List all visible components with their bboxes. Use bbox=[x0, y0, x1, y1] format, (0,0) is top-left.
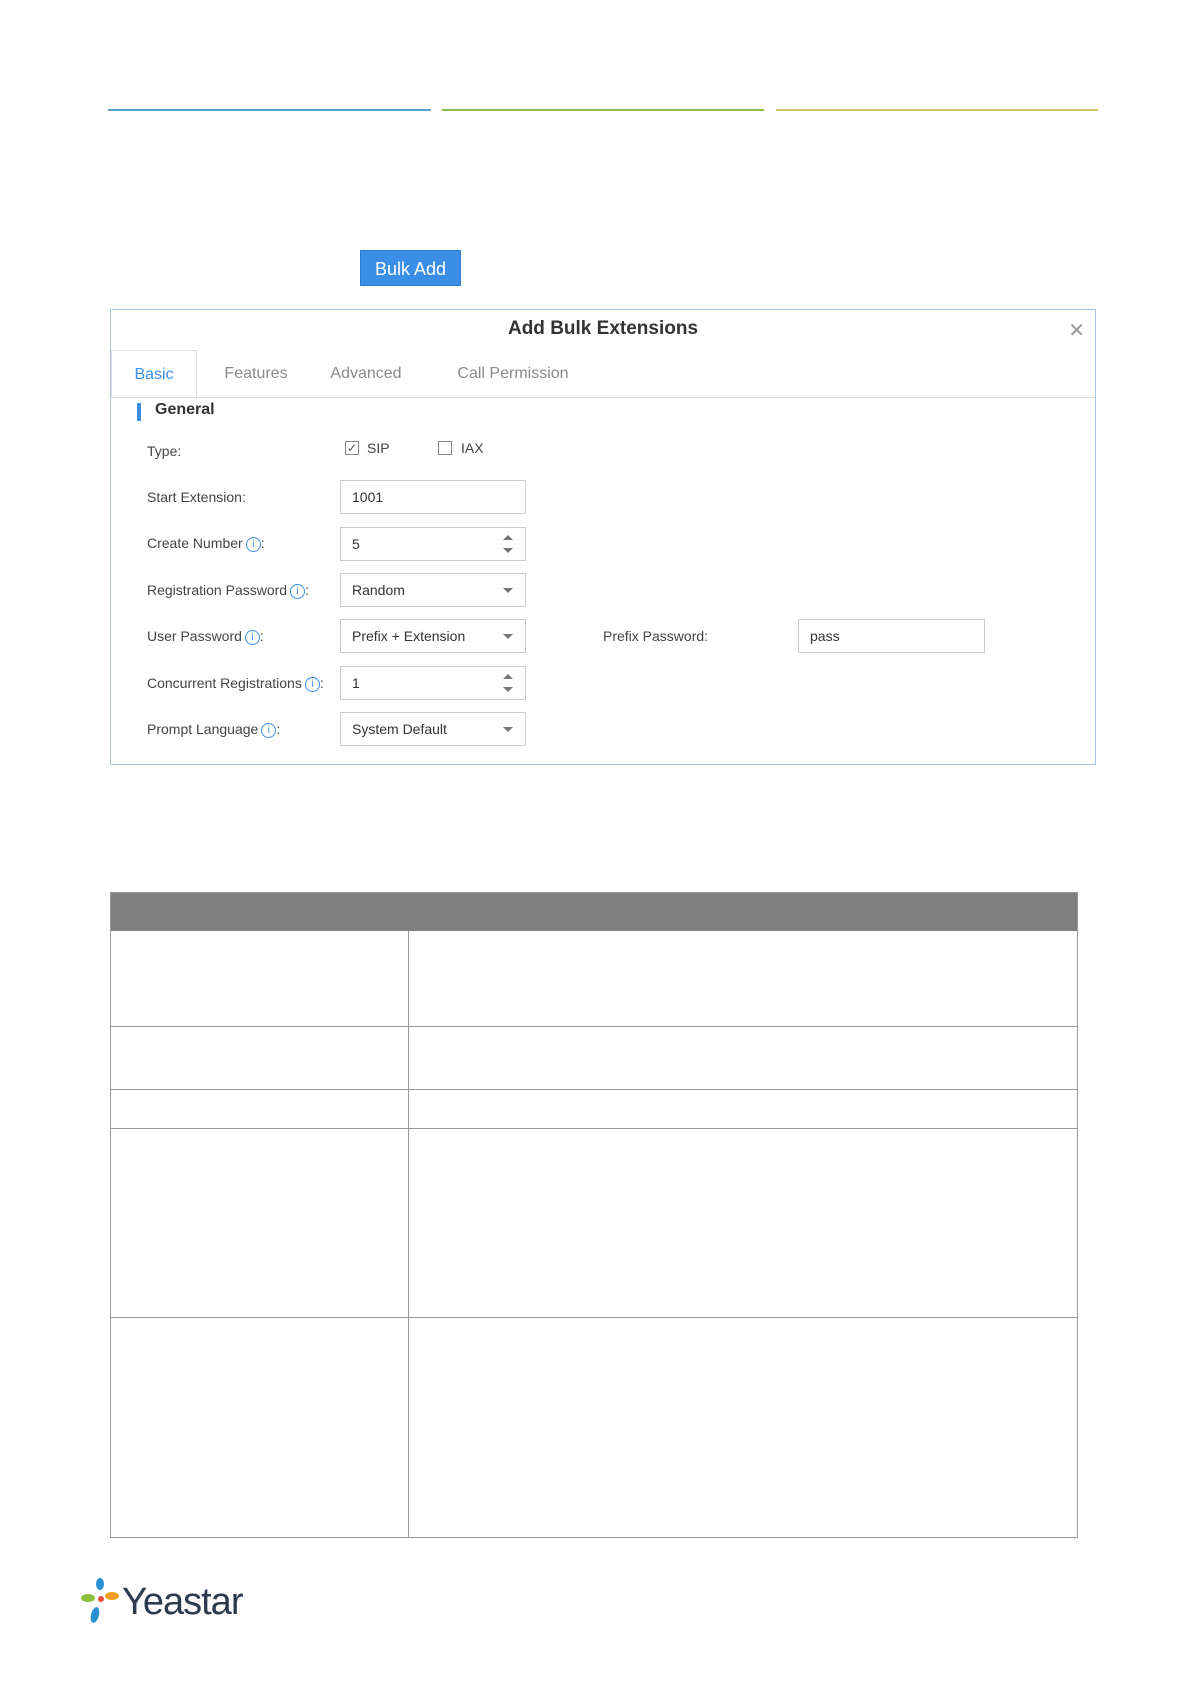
prefix-password-label: Prefix Password: bbox=[603, 628, 709, 644]
yeastar-logo: Yeastar bbox=[80, 1577, 250, 1629]
logo-text: Yeastar bbox=[122, 1581, 244, 1623]
user-password-text: User Password bbox=[147, 628, 242, 644]
registration-password-text: Registration Password bbox=[147, 582, 288, 598]
concurrent-registrations-label: Concurrent Registrations i: bbox=[147, 675, 324, 692]
label-colon: : bbox=[319, 675, 324, 691]
chevron-down-icon bbox=[503, 727, 513, 732]
dialog-title: Add Bulk Extensions bbox=[507, 318, 699, 339]
label-colon: : bbox=[305, 582, 309, 598]
prompt-language-text: Prompt Language bbox=[147, 721, 259, 737]
settings-table bbox=[110, 892, 1078, 1538]
spin-down-icon[interactable] bbox=[503, 548, 513, 553]
table-row-divider bbox=[111, 1026, 1077, 1027]
dialog-tabs: Basic Features Advanced Call Permission bbox=[111, 350, 1095, 398]
table-row-divider bbox=[111, 1317, 1077, 1318]
prompt-language-label: Prompt Language i: bbox=[147, 721, 280, 738]
info-icon[interactable]: i bbox=[304, 677, 320, 692]
start-extension-label: Start Extension: bbox=[147, 489, 246, 505]
iax-label: IAX bbox=[461, 440, 484, 456]
type-label: Type: bbox=[147, 443, 182, 459]
header-line-yellow bbox=[776, 109, 1098, 111]
table-row-divider bbox=[111, 1128, 1077, 1129]
create-number-label: Create Number i: bbox=[147, 535, 265, 552]
chevron-down-icon bbox=[503, 634, 513, 639]
table-column-divider bbox=[408, 931, 409, 1537]
registration-password-value: Random bbox=[352, 582, 405, 598]
close-icon[interactable]: ✕ bbox=[1068, 318, 1085, 342]
table-row-divider bbox=[111, 1089, 1077, 1090]
label-colon: : bbox=[276, 721, 281, 737]
prompt-language-select[interactable]: System Default bbox=[340, 712, 526, 746]
header-line-blue bbox=[108, 109, 431, 111]
tab-advanced[interactable]: Advanced bbox=[321, 350, 411, 397]
tab-call-permission[interactable]: Call Permission bbox=[453, 350, 573, 397]
header-line-green bbox=[442, 109, 764, 111]
user-password-label: User Password i: bbox=[147, 628, 264, 645]
chevron-down-icon bbox=[503, 588, 513, 593]
start-extension-input[interactable]: 1001 bbox=[340, 480, 526, 514]
spin-down-icon[interactable] bbox=[503, 687, 513, 692]
section-marker bbox=[137, 403, 141, 421]
table-header bbox=[111, 893, 1077, 931]
create-number-value: 5 bbox=[352, 536, 360, 552]
tab-basic[interactable]: Basic bbox=[111, 350, 197, 397]
sip-checkbox[interactable]: ✓ bbox=[345, 441, 359, 455]
prefix-password-value: pass bbox=[810, 628, 840, 644]
sip-label: SIP bbox=[367, 440, 390, 456]
iax-checkbox[interactable] bbox=[438, 441, 452, 455]
section-title-general: General bbox=[155, 401, 215, 418]
prompt-language-value: System Default bbox=[352, 721, 447, 737]
info-icon[interactable]: i bbox=[244, 630, 260, 645]
label-colon: : bbox=[259, 628, 264, 644]
add-bulk-extensions-dialog: Add Bulk Extensions ✕ Basic Features Adv… bbox=[110, 309, 1096, 765]
registration-password-label: Registration Password i: bbox=[147, 582, 309, 599]
create-number-text: Create Number bbox=[147, 535, 243, 551]
user-password-value: Prefix + Extension bbox=[352, 628, 466, 644]
spin-up-icon[interactable] bbox=[503, 674, 513, 679]
label-colon: : bbox=[260, 535, 265, 551]
concurrent-registrations-value: 1 bbox=[352, 675, 360, 691]
create-number-stepper[interactable]: 5 bbox=[340, 527, 526, 561]
spin-up-icon[interactable] bbox=[503, 535, 513, 540]
info-icon[interactable]: i bbox=[245, 537, 261, 552]
registration-password-select[interactable]: Random bbox=[340, 573, 526, 607]
user-password-select[interactable]: Prefix + Extension bbox=[340, 619, 526, 653]
tab-features[interactable]: Features bbox=[211, 350, 301, 397]
concurrent-registrations-stepper[interactable]: 1 bbox=[340, 666, 526, 700]
bulk-add-button[interactable]: Bulk Add bbox=[360, 250, 461, 286]
concurrent-registrations-text: Concurrent Registrations bbox=[147, 675, 302, 691]
prefix-password-input[interactable]: pass bbox=[798, 619, 985, 653]
start-extension-value: 1001 bbox=[352, 489, 384, 505]
info-icon[interactable]: i bbox=[261, 723, 277, 738]
info-icon[interactable]: i bbox=[290, 584, 306, 599]
